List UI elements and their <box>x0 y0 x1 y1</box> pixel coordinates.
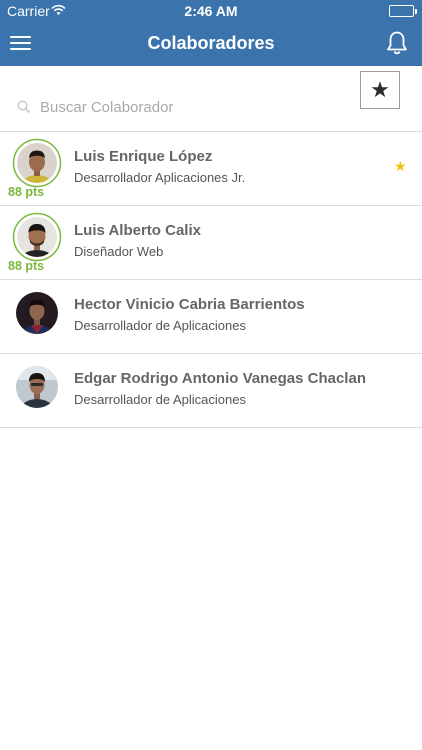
collaborator-row[interactable]: Hector Vinicio Cabria Barrientos Desarro… <box>0 280 422 354</box>
points-label: 88 pts <box>8 185 45 199</box>
search-bar: ★ <box>0 66 422 132</box>
favorite-star-icon[interactable]: ★ <box>394 158 407 175</box>
battery-icon <box>389 5 417 17</box>
collaborator-row[interactable]: 88 pts Luis Alberto Calix Diseñador Web <box>0 206 422 280</box>
collaborator-role: Diseñador Web <box>74 244 164 259</box>
status-bar: Carrier 2:46 AM <box>0 0 422 22</box>
avatar-photo <box>17 217 57 257</box>
collaborator-role: Desarrollador de Aplicaciones <box>74 318 246 333</box>
search-input[interactable] <box>40 95 340 119</box>
favorites-filter-button[interactable]: ★ <box>360 71 400 109</box>
collaborator-row[interactable]: 88 pts Luis Enrique López Desarrollador … <box>0 132 422 206</box>
search-icon <box>17 100 31 114</box>
status-time: 2:46 AM <box>184 3 238 19</box>
collaborator-name: Hector Vinicio Cabria Barrientos <box>74 296 305 313</box>
avatar <box>12 360 62 410</box>
points-label: 88 pts <box>8 259 45 273</box>
avatar-photo <box>16 292 58 334</box>
navigation-bar: Colaboradores <box>0 22 422 66</box>
collaborator-name: Edgar Rodrigo Antonio Vanegas Chaclan <box>74 370 366 387</box>
top-bar: Carrier 2:46 AM Colaboradores <box>0 0 422 66</box>
collaborator-name: Luis Alberto Calix <box>74 222 201 239</box>
avatar-photo <box>16 366 58 408</box>
notifications-button[interactable] <box>385 30 409 56</box>
avatar <box>12 286 62 336</box>
collaborator-name: Luis Enrique López <box>74 148 213 165</box>
avatar <box>12 138 62 188</box>
bell-icon <box>387 31 407 55</box>
collaborator-row[interactable]: Edgar Rodrigo Antonio Vanegas Chaclan De… <box>0 354 422 428</box>
star-icon: ★ <box>370 77 390 102</box>
collaborator-role: Desarrollador Aplicaciones Jr. <box>74 170 246 185</box>
page-title: Colaboradores <box>147 33 275 53</box>
avatar-photo <box>17 143 57 183</box>
collaborator-role: Desarrollador de Aplicaciones <box>74 392 246 407</box>
collaborator-list: 88 pts Luis Enrique López Desarrollador … <box>0 132 422 428</box>
avatar <box>12 212 62 262</box>
